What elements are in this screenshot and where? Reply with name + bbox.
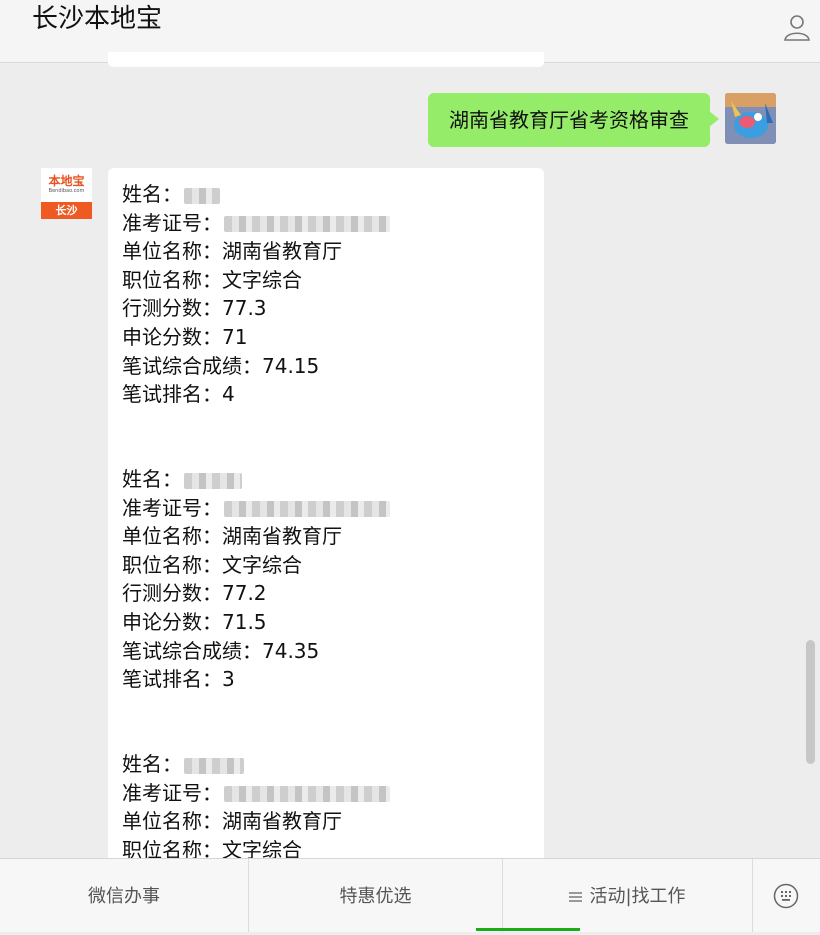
- ticket-line: 准考证号：: [122, 779, 522, 808]
- redacted-ticket: [224, 501, 390, 518]
- previous-message-bubble: [108, 52, 544, 67]
- chat-title: 长沙本地宝: [32, 4, 163, 34]
- total-score-line: 笔试综合成绩：74.15: [122, 353, 320, 378]
- name-line: 姓名：: [122, 465, 522, 494]
- menu-item-label: 活动|找工作: [589, 886, 686, 907]
- my-avatar[interactable]: [725, 93, 776, 144]
- account-avatar[interactable]: 本地宝 Bendibao.com 长沙: [41, 168, 92, 219]
- menu-item-activities-jobs[interactable]: 活动|找工作: [503, 859, 752, 932]
- outgoing-message: 湖南省教育厅省考资格审查: [428, 93, 719, 147]
- redacted-ticket: [224, 216, 390, 233]
- record-2: 姓名： 准考证号： 单位名称：湖南省教育厅 职位名称：文字综合 行测分数：77.…: [122, 465, 522, 694]
- rank-line: 笔试排名：3: [122, 667, 235, 692]
- name-line: 姓名：: [122, 750, 522, 779]
- redacted-name: [184, 757, 244, 774]
- total-score-line: 笔试综合成绩：74.35: [122, 638, 320, 663]
- menu-item-special-offers[interactable]: 特惠优选: [249, 859, 502, 932]
- record-1: 姓名： 准考证号： 单位名称：湖南省教育厅 职位名称：文字综合 行测分数：77.…: [122, 180, 522, 409]
- logo-text: 本地宝: [48, 174, 85, 188]
- bottom-menu-bar: 微信办事 特惠优选 活动|找工作: [0, 858, 820, 932]
- logo-city: 长沙: [41, 202, 92, 219]
- user-profile-icon[interactable]: [782, 12, 812, 42]
- menu-item-wechat-services[interactable]: 微信办事: [0, 859, 248, 932]
- unit-line: 单位名称：湖南省教育厅: [122, 809, 342, 834]
- scrollbar[interactable]: [806, 640, 815, 764]
- keyboard-icon[interactable]: [773, 883, 799, 909]
- position-line: 职位名称：文字综合: [122, 552, 302, 577]
- ticket-line: 准考证号：: [122, 494, 522, 523]
- ticket-line: 准考证号：: [122, 209, 522, 238]
- record-3: 姓名： 准考证号： 单位名称：湖南省教育厅 职位名称：文字综合: [122, 750, 522, 864]
- redacted-name: [184, 472, 242, 489]
- logo-area: 本地宝 Bendibao.com: [41, 168, 92, 202]
- avatar-image: [725, 93, 776, 144]
- xingce-score-line: 行测分数：77.3: [122, 296, 267, 321]
- redacted-name: [184, 187, 220, 204]
- shenlun-score-line: 申论分数：71.5: [122, 609, 267, 634]
- name-line: 姓名：: [122, 180, 522, 209]
- redacted-ticket: [224, 786, 390, 803]
- unit-line: 单位名称：湖南省教育厅: [122, 239, 342, 264]
- menu-divider: [752, 859, 753, 932]
- logo-subtext: Bendibao.com: [48, 188, 85, 194]
- xingce-score-line: 行测分数：77.2: [122, 581, 267, 606]
- shenlun-score-line: 申论分数：71: [122, 324, 248, 349]
- unit-line: 单位名称：湖南省教育厅: [122, 524, 342, 549]
- position-line: 职位名称：文字综合: [122, 267, 302, 292]
- menu-list-icon: [569, 890, 583, 904]
- rank-line: 笔试排名：4: [122, 382, 235, 407]
- incoming-message: 姓名： 准考证号： 单位名称：湖南省教育厅 职位名称：文字综合 行测分数：77.…: [108, 168, 544, 868]
